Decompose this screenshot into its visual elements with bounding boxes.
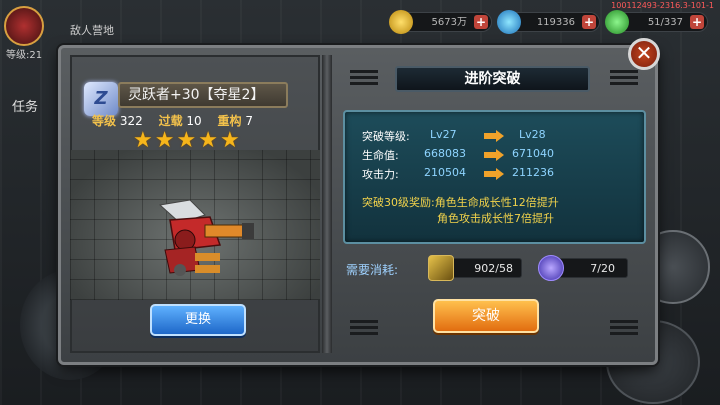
change-hero-button[interactable]: 更换 <box>150 304 246 336</box>
hero-name: 灵跃者+30【夺星2】 <box>118 82 288 108</box>
info-row-old: 210504 <box>424 166 466 179</box>
add-gem-button[interactable]: + <box>582 15 596 29</box>
gold-coin-icon <box>389 10 413 34</box>
panel-divider <box>322 55 332 353</box>
cost-material-value: 902/58 <box>474 262 513 275</box>
player-avatar[interactable] <box>4 6 44 46</box>
stat-label: 等级 <box>92 114 117 128</box>
mech-illustration <box>158 199 254 276</box>
reward-line: 突破30级奖励:角色生命成长性12倍提升 <box>362 194 559 210</box>
star-icon: ★ <box>219 128 242 153</box>
top-bar: 敌人营地 100112493-2316.3-101-1 5673万 + 1193… <box>0 0 720 46</box>
stat-value: 10 <box>186 114 202 128</box>
version-label: 100112493-2316.3-101-1 <box>611 1 714 10</box>
add-energy-button[interactable]: + <box>690 15 704 29</box>
reward-text: 角色攻击成长性7倍提升 <box>437 212 554 225</box>
resource-gold: 5673万 + <box>389 10 492 34</box>
resource-gold-value: 5673万 <box>431 17 467 28</box>
info-row-new: 671040 <box>512 147 554 160</box>
stat-label: 过载 <box>158 114 183 128</box>
close-button[interactable]: ✕ <box>628 38 660 70</box>
reward-prefix: 突破30级奖励: <box>362 196 435 209</box>
reward-text: 角色生命成长性12倍提升 <box>434 196 559 209</box>
player-level: 等级:21 <box>6 50 43 61</box>
break-through-button[interactable]: 突破 <box>433 299 539 333</box>
star-icon: ★ <box>198 128 220 153</box>
right-arrow-icon <box>484 168 504 180</box>
right-arrow-icon <box>484 149 504 161</box>
upgrade-material-icon <box>428 255 454 281</box>
resource-gem: 119336 + <box>497 10 600 34</box>
menu-lines-icon <box>610 320 638 336</box>
star-icon: ★ <box>133 128 155 153</box>
info-row-new: 211236 <box>512 166 554 179</box>
star-icon: ★ <box>154 128 177 153</box>
rank-badge: Z <box>84 82 118 116</box>
location-title: 敌人营地 <box>70 24 114 37</box>
blue-gem-icon <box>497 10 521 34</box>
info-row-new: Lv28 <box>519 128 546 141</box>
info-row-old: 668083 <box>424 147 466 160</box>
blue-orb-icon <box>538 255 564 281</box>
right-arrow-icon <box>484 130 504 142</box>
panel-title: 进阶突破 <box>395 66 590 92</box>
resource-energy-value: 51/337 <box>647 17 683 28</box>
hero-stats: 等级 322 过载 10 重构 7 <box>92 112 265 129</box>
stat-value: 322 <box>119 114 143 128</box>
add-gold-button[interactable]: + <box>474 15 488 29</box>
stat-value: 7 <box>245 114 254 128</box>
menu-lines-icon <box>350 70 378 86</box>
menu-lines-icon <box>350 320 378 336</box>
resource-energy: 51/337 + <box>605 10 708 34</box>
info-row-label: 生命值: <box>362 149 399 162</box>
stat-label: 重构 <box>217 114 242 128</box>
resource-gem-value: 119336 <box>536 17 575 28</box>
task-button[interactable]: 任务 <box>12 96 38 115</box>
menu-lines-icon <box>610 70 638 86</box>
cost-label: 需要消耗: <box>346 263 399 277</box>
info-row-label: 突破等级: <box>362 130 410 143</box>
green-energy-icon <box>605 10 629 34</box>
info-row-label: 攻击力: <box>362 168 399 181</box>
cost-orb-value: 7/20 <box>590 262 615 275</box>
star-icon: ★ <box>176 128 199 153</box>
info-row-old: Lv27 <box>430 128 457 141</box>
star-rating: ★★★★★ <box>133 128 242 153</box>
